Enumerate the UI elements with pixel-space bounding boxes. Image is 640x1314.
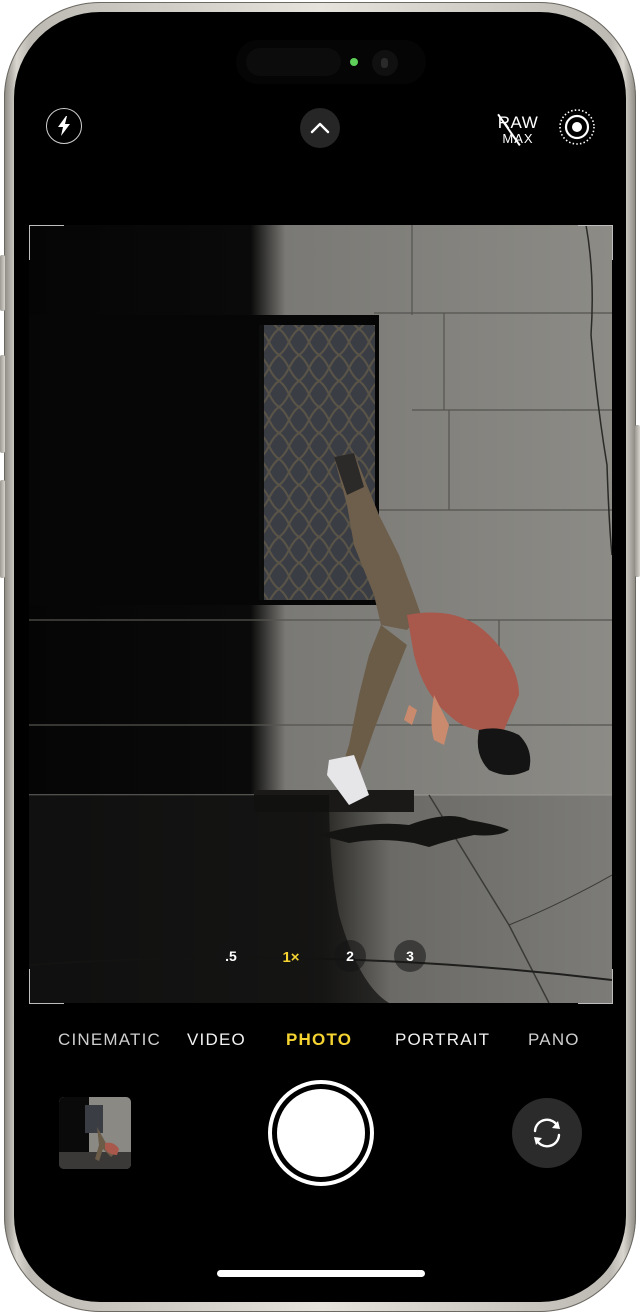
- viewfinder-scene: [29, 225, 612, 1003]
- zoom-label: 1×: [282, 948, 300, 966]
- viewfinder-corner-top-left: [29, 225, 64, 260]
- chevron-up-icon: [310, 122, 330, 134]
- mode-selector: CINEMATIC VIDEO PHOTO PORTRAIT PANO: [14, 1030, 626, 1054]
- thumbnail-image: [59, 1097, 131, 1169]
- flash-icon: [58, 116, 70, 136]
- mode-video[interactable]: VIDEO: [187, 1030, 246, 1050]
- live-photo-icon: [559, 109, 595, 145]
- volume-down-button: [0, 480, 5, 578]
- expand-controls-button[interactable]: [300, 108, 340, 148]
- volume-up-button: [0, 355, 5, 453]
- mode-photo[interactable]: PHOTO: [286, 1030, 352, 1050]
- zoom-1x-button[interactable]: 1×: [270, 936, 312, 978]
- viewfinder-corner-top-right: [578, 225, 613, 260]
- front-camera-lens: [372, 50, 398, 76]
- side-button: [635, 425, 640, 577]
- dynamic-island: [236, 40, 426, 84]
- zoom-label: 3: [406, 948, 414, 964]
- camera-flip-button[interactable]: [512, 1098, 582, 1168]
- zoom-3x-button[interactable]: 3: [394, 940, 426, 972]
- mode-pano[interactable]: PANO: [528, 1030, 580, 1050]
- mode-portrait[interactable]: PORTRAIT: [395, 1030, 490, 1050]
- zoom-label: .5: [225, 948, 237, 964]
- shutter-inner: [277, 1089, 365, 1177]
- last-photo-thumbnail[interactable]: [59, 1097, 131, 1169]
- flash-button[interactable]: [46, 108, 82, 144]
- viewfinder[interactable]: [29, 225, 612, 1003]
- zoom-label: 2: [346, 948, 354, 964]
- camera-screen: RAW MAX .5 1× 2 3 CINEMATIC VIDEO PHOTO …: [14, 12, 626, 1302]
- island-sensor: [246, 48, 341, 76]
- shutter-button[interactable]: [268, 1080, 374, 1186]
- live-photo-button[interactable]: [558, 108, 596, 146]
- zoom-2x-button[interactable]: 2: [334, 940, 366, 972]
- home-indicator[interactable]: [217, 1270, 425, 1277]
- action-button: [0, 255, 5, 311]
- mode-cinematic[interactable]: CINEMATIC: [58, 1030, 161, 1050]
- camera-flip-icon: [533, 1118, 561, 1148]
- zoom-selector: .5 1× 2 3: [14, 936, 626, 978]
- zoom-0-5x-button[interactable]: .5: [215, 940, 247, 972]
- raw-max-toggle[interactable]: RAW MAX: [494, 110, 542, 148]
- camera-in-use-indicator: [350, 58, 358, 66]
